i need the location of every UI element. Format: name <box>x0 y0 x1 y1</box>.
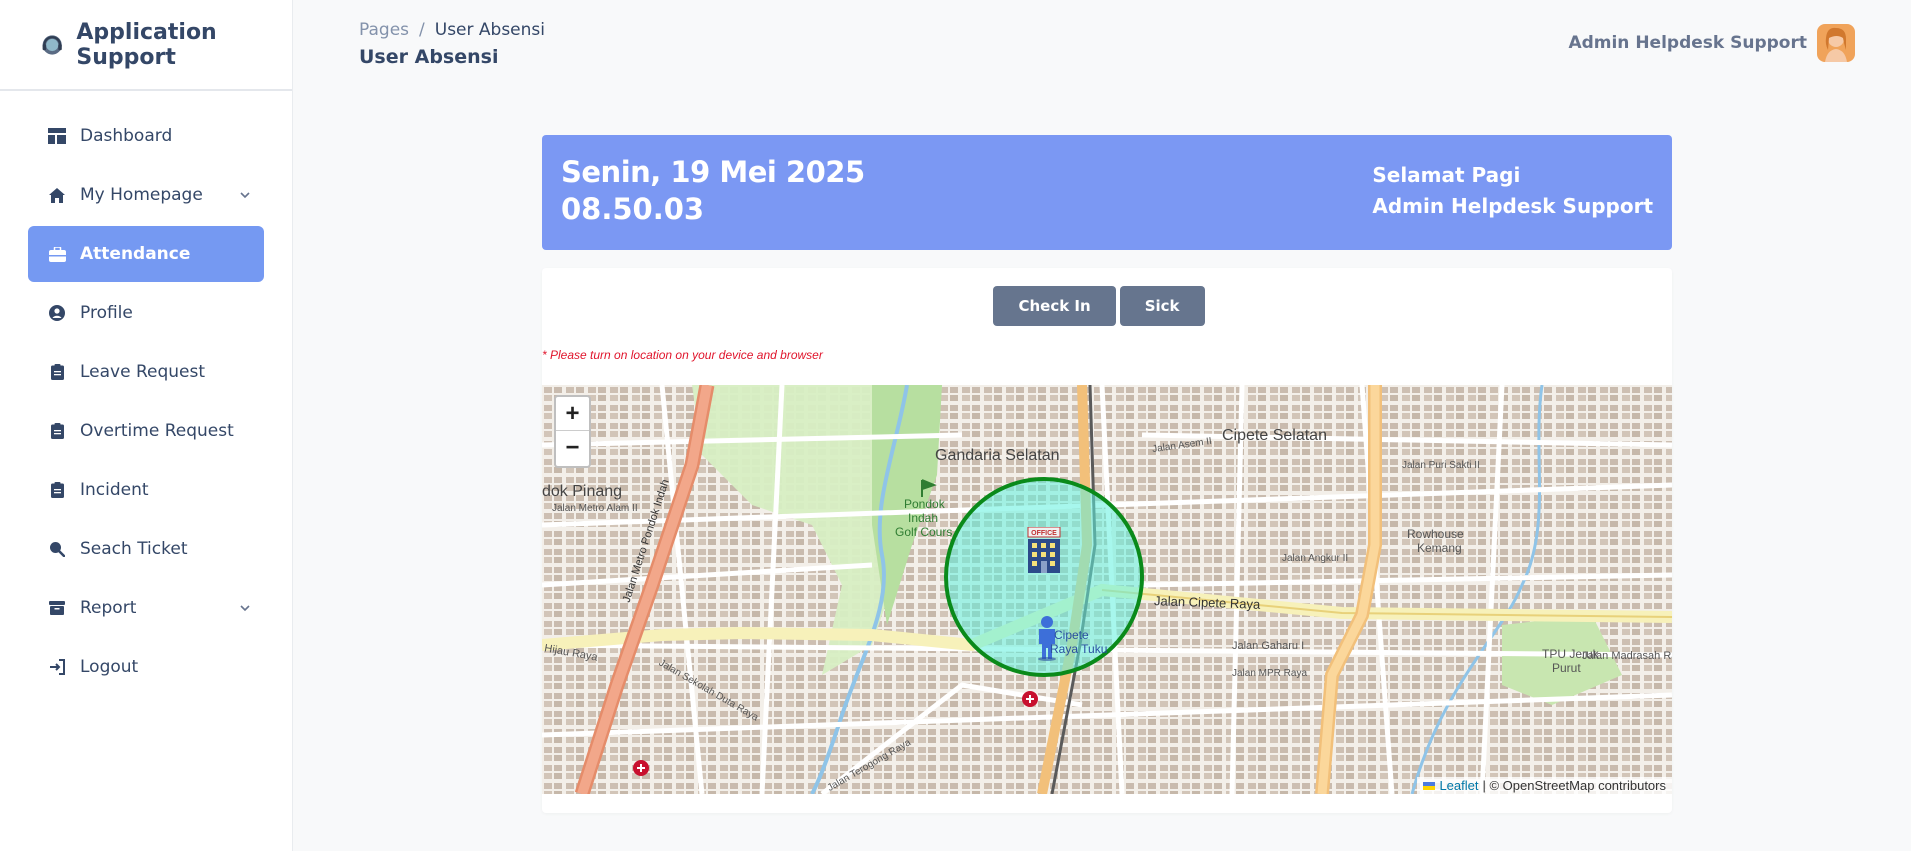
map-label-road: Jalan Puri Sakti II <box>1402 460 1480 471</box>
map-label-station: Raya Tuku <box>1050 642 1108 656</box>
map-label-area: dok Pinang <box>542 483 623 500</box>
logout-icon <box>48 658 66 676</box>
dashboard-icon <box>48 127 66 145</box>
osm-attribution[interactable]: | © OpenStreetMap contributors <box>1483 778 1667 793</box>
current-date: Senin, 19 Mei 2025 <box>561 155 865 189</box>
sidebar-item-label: Dashboard <box>80 126 173 146</box>
sidebar-item-label: Incident <box>80 480 149 500</box>
ukraine-flag-icon <box>1423 781 1436 790</box>
avatar[interactable] <box>1817 24 1855 62</box>
sidebar-item-incident[interactable]: Incident <box>28 462 264 518</box>
clipboard-icon <box>48 363 66 381</box>
sidebar-item-my-homepage[interactable]: My Homepage <box>28 167 264 223</box>
greeting-block: Selamat Pagi Admin Helpdesk Support <box>1372 160 1653 222</box>
support-logo-icon <box>42 34 62 55</box>
attendance-card: Check In Sick * Please turn on location … <box>542 268 1672 813</box>
map-label-poi: Golf Cours <box>895 525 953 539</box>
map-label-poi: Pondok <box>904 497 945 511</box>
sidebar: Application Support Dashboard My Homepag… <box>0 0 293 851</box>
brand-name: Application Support <box>76 19 217 70</box>
clipboard-icon <box>48 481 66 499</box>
map-label-area: Cipete Selatan <box>1222 427 1327 444</box>
sidebar-item-report[interactable]: Report <box>28 580 264 636</box>
breadcrumb: Pages / User Absensi <box>359 20 545 40</box>
brand[interactable]: Application Support <box>0 0 292 91</box>
map-label-station: Cipete <box>1054 628 1089 642</box>
page-title: User Absensi <box>359 46 499 68</box>
clipboard-icon <box>48 422 66 440</box>
location-map[interactable]: OFFICE Gandaria Selatan Cipete Selatan d… <box>542 385 1672 794</box>
map-label-poi: Rowhouse <box>1407 527 1464 541</box>
zoom-out-button[interactable]: − <box>556 431 589 465</box>
sidebar-item-label: Overtime Request <box>80 421 234 441</box>
user-circle-icon <box>48 304 66 322</box>
map-label-road: Jalan Gaharu I <box>1232 640 1305 652</box>
sidebar-item-label: Seach Ticket <box>80 539 188 559</box>
action-buttons: Check In Sick <box>534 286 1664 326</box>
briefcase-icon <box>48 245 66 263</box>
breadcrumb-current: User Absensi <box>434 20 545 40</box>
home-icon <box>48 186 66 204</box>
map-label-road: Jalan Madrasah Raya <box>1582 650 1672 662</box>
map-zoom-control: + − <box>554 395 591 468</box>
search-icon <box>48 540 66 558</box>
map-label-poi: Kemang <box>1417 541 1462 555</box>
sidebar-item-logout[interactable]: Logout <box>28 639 264 695</box>
user-menu[interactable]: Admin Helpdesk Support <box>1568 24 1855 62</box>
location-warning: * Please turn on location on your device… <box>542 348 823 362</box>
check-in-button[interactable]: Check In <box>993 286 1116 326</box>
map-label-road: Jalan Metro Alam II <box>552 503 638 514</box>
svg-text:OFFICE: OFFICE <box>1031 530 1057 537</box>
archive-icon <box>48 599 66 617</box>
chevron-down-icon <box>240 192 250 199</box>
breadcrumb-separator: / <box>419 20 425 40</box>
greeting-text: Selamat Pagi <box>1372 163 1521 187</box>
map-attribution: Leaflet | © OpenStreetMap contributors <box>1417 777 1672 794</box>
sidebar-nav: Dashboard My Homepage Attendance Profile <box>0 91 292 695</box>
sidebar-item-label: Attendance <box>80 244 191 264</box>
date-time-card: Senin, 19 Mei 2025 08.50.03 Selamat Pagi… <box>542 135 1672 250</box>
sidebar-item-label: Profile <box>80 303 133 323</box>
leaflet-link[interactable]: Leaflet <box>1439 778 1478 793</box>
sick-button[interactable]: Sick <box>1119 286 1205 326</box>
sidebar-item-label: Logout <box>80 657 139 677</box>
sidebar-item-overtime-request[interactable]: Overtime Request <box>28 403 264 459</box>
greeting-user-name: Admin Helpdesk Support <box>1372 194 1653 218</box>
map-label-poi: Purut <box>1552 661 1581 675</box>
map-label-area: Gandaria Selatan <box>935 447 1060 464</box>
zoom-in-button[interactable]: + <box>556 397 589 431</box>
current-time: 08.50.03 <box>561 192 705 226</box>
sidebar-item-label: My Homepage <box>80 185 203 205</box>
sidebar-item-search-ticket[interactable]: Seach Ticket <box>28 521 264 577</box>
sidebar-item-label: Report <box>80 598 137 618</box>
user-name: Admin Helpdesk Support <box>1568 33 1807 53</box>
sidebar-item-profile[interactable]: Profile <box>28 285 264 341</box>
map-label-road: Jalan MPR Raya <box>1232 668 1308 679</box>
office-marker-icon[interactable]: OFFICE <box>1024 527 1064 573</box>
chevron-down-icon <box>240 605 250 612</box>
map-label-poi: Indah <box>908 511 939 525</box>
sidebar-item-label: Leave Request <box>80 362 206 382</box>
sidebar-item-attendance[interactable]: Attendance <box>28 226 264 282</box>
breadcrumb-root[interactable]: Pages <box>359 20 409 40</box>
map-label-road: Jalan Angkur II <box>1282 553 1349 564</box>
sidebar-item-dashboard[interactable]: Dashboard <box>28 108 264 164</box>
sidebar-item-leave-request[interactable]: Leave Request <box>28 344 264 400</box>
map-tiles <box>542 385 1672 794</box>
